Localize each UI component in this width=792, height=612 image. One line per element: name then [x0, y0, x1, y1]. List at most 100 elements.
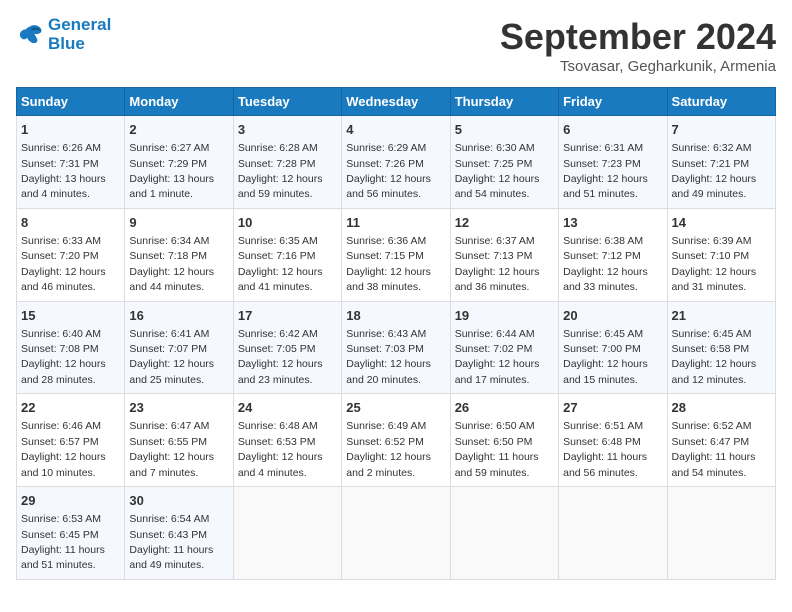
day-info: Sunrise: 6:45 AMSunset: 7:00 PMDaylight:… [563, 328, 648, 386]
day-info: Sunrise: 6:45 AMSunset: 6:58 PMDaylight:… [672, 328, 757, 386]
day-number: 20 [563, 307, 662, 325]
day-number: 27 [563, 399, 662, 417]
table-row: 11 Sunrise: 6:36 AMSunset: 7:15 PMDaylig… [342, 208, 450, 301]
day-number: 4 [346, 121, 445, 139]
day-number: 3 [238, 121, 337, 139]
logo: General Blue [16, 16, 111, 53]
day-number: 19 [455, 307, 554, 325]
day-info: Sunrise: 6:43 AMSunset: 7:03 PMDaylight:… [346, 328, 431, 386]
table-row: 13 Sunrise: 6:38 AMSunset: 7:12 PMDaylig… [559, 208, 667, 301]
table-row: 21 Sunrise: 6:45 AMSunset: 6:58 PMDaylig… [667, 301, 775, 394]
day-info: Sunrise: 6:41 AMSunset: 7:07 PMDaylight:… [129, 328, 214, 386]
day-info: Sunrise: 6:36 AMSunset: 7:15 PMDaylight:… [346, 235, 431, 293]
day-number: 25 [346, 399, 445, 417]
table-row: 16 Sunrise: 6:41 AMSunset: 7:07 PMDaylig… [125, 301, 233, 394]
day-info: Sunrise: 6:42 AMSunset: 7:05 PMDaylight:… [238, 328, 323, 386]
day-number: 11 [346, 214, 445, 232]
day-number: 24 [238, 399, 337, 417]
day-info: Sunrise: 6:51 AMSunset: 6:48 PMDaylight:… [563, 420, 647, 478]
month-title: September 2024 [500, 16, 776, 58]
day-number: 1 [21, 121, 120, 139]
day-number: 18 [346, 307, 445, 325]
day-number: 2 [129, 121, 228, 139]
table-row: 8 Sunrise: 6:33 AMSunset: 7:20 PMDayligh… [17, 208, 125, 301]
day-info: Sunrise: 6:53 AMSunset: 6:45 PMDaylight:… [21, 513, 105, 571]
col-header-wednesday: Wednesday [342, 88, 450, 116]
day-number: 5 [455, 121, 554, 139]
day-number: 14 [672, 214, 771, 232]
day-number: 13 [563, 214, 662, 232]
day-info: Sunrise: 6:50 AMSunset: 6:50 PMDaylight:… [455, 420, 539, 478]
table-row: 25 Sunrise: 6:49 AMSunset: 6:52 PMDaylig… [342, 394, 450, 487]
table-row: 5 Sunrise: 6:30 AMSunset: 7:25 PMDayligh… [450, 116, 558, 209]
table-row [233, 487, 341, 580]
table-row: 28 Sunrise: 6:52 AMSunset: 6:47 PMDaylig… [667, 394, 775, 487]
table-row [450, 487, 558, 580]
day-info: Sunrise: 6:39 AMSunset: 7:10 PMDaylight:… [672, 235, 757, 293]
day-number: 6 [563, 121, 662, 139]
table-row: 1 Sunrise: 6:26 AMSunset: 7:31 PMDayligh… [17, 116, 125, 209]
day-info: Sunrise: 6:37 AMSunset: 7:13 PMDaylight:… [455, 235, 540, 293]
day-number: 29 [21, 492, 120, 510]
table-row: 12 Sunrise: 6:37 AMSunset: 7:13 PMDaylig… [450, 208, 558, 301]
col-header-friday: Friday [559, 88, 667, 116]
day-info: Sunrise: 6:48 AMSunset: 6:53 PMDaylight:… [238, 420, 323, 478]
day-number: 10 [238, 214, 337, 232]
table-row: 30 Sunrise: 6:54 AMSunset: 6:43 PMDaylig… [125, 487, 233, 580]
day-number: 9 [129, 214, 228, 232]
table-row: 27 Sunrise: 6:51 AMSunset: 6:48 PMDaylig… [559, 394, 667, 487]
col-header-sunday: Sunday [17, 88, 125, 116]
table-row: 26 Sunrise: 6:50 AMSunset: 6:50 PMDaylig… [450, 394, 558, 487]
table-row: 10 Sunrise: 6:35 AMSunset: 7:16 PMDaylig… [233, 208, 341, 301]
table-row: 2 Sunrise: 6:27 AMSunset: 7:29 PMDayligh… [125, 116, 233, 209]
day-info: Sunrise: 6:27 AMSunset: 7:29 PMDaylight:… [129, 142, 214, 200]
table-row: 17 Sunrise: 6:42 AMSunset: 7:05 PMDaylig… [233, 301, 341, 394]
day-number: 21 [672, 307, 771, 325]
day-info: Sunrise: 6:31 AMSunset: 7:23 PMDaylight:… [563, 142, 648, 200]
day-number: 23 [129, 399, 228, 417]
calendar-table: SundayMondayTuesdayWednesdayThursdayFrid… [16, 87, 776, 580]
day-info: Sunrise: 6:38 AMSunset: 7:12 PMDaylight:… [563, 235, 648, 293]
table-row [667, 487, 775, 580]
title-block: September 2024 Tsovasar, Gegharkunik, Ar… [500, 16, 776, 75]
day-info: Sunrise: 6:46 AMSunset: 6:57 PMDaylight:… [21, 420, 106, 478]
table-row: 24 Sunrise: 6:48 AMSunset: 6:53 PMDaylig… [233, 394, 341, 487]
logo-bird-icon [16, 21, 44, 49]
day-number: 7 [672, 121, 771, 139]
day-info: Sunrise: 6:26 AMSunset: 7:31 PMDaylight:… [21, 142, 106, 200]
day-info: Sunrise: 6:28 AMSunset: 7:28 PMDaylight:… [238, 142, 323, 200]
day-info: Sunrise: 6:44 AMSunset: 7:02 PMDaylight:… [455, 328, 540, 386]
table-row: 7 Sunrise: 6:32 AMSunset: 7:21 PMDayligh… [667, 116, 775, 209]
day-number: 15 [21, 307, 120, 325]
table-row: 23 Sunrise: 6:47 AMSunset: 6:55 PMDaylig… [125, 394, 233, 487]
day-info: Sunrise: 6:47 AMSunset: 6:55 PMDaylight:… [129, 420, 214, 478]
table-row: 18 Sunrise: 6:43 AMSunset: 7:03 PMDaylig… [342, 301, 450, 394]
day-number: 22 [21, 399, 120, 417]
day-number: 12 [455, 214, 554, 232]
table-row [342, 487, 450, 580]
day-number: 30 [129, 492, 228, 510]
table-row: 29 Sunrise: 6:53 AMSunset: 6:45 PMDaylig… [17, 487, 125, 580]
table-row: 19 Sunrise: 6:44 AMSunset: 7:02 PMDaylig… [450, 301, 558, 394]
day-info: Sunrise: 6:49 AMSunset: 6:52 PMDaylight:… [346, 420, 431, 478]
day-number: 26 [455, 399, 554, 417]
table-row: 6 Sunrise: 6:31 AMSunset: 7:23 PMDayligh… [559, 116, 667, 209]
page-header: General Blue September 2024 Tsovasar, Ge… [16, 16, 776, 75]
day-info: Sunrise: 6:35 AMSunset: 7:16 PMDaylight:… [238, 235, 323, 293]
table-row: 4 Sunrise: 6:29 AMSunset: 7:26 PMDayligh… [342, 116, 450, 209]
day-info: Sunrise: 6:52 AMSunset: 6:47 PMDaylight:… [672, 420, 756, 478]
day-number: 28 [672, 399, 771, 417]
table-row: 22 Sunrise: 6:46 AMSunset: 6:57 PMDaylig… [17, 394, 125, 487]
col-header-tuesday: Tuesday [233, 88, 341, 116]
table-row: 3 Sunrise: 6:28 AMSunset: 7:28 PMDayligh… [233, 116, 341, 209]
day-info: Sunrise: 6:40 AMSunset: 7:08 PMDaylight:… [21, 328, 106, 386]
day-info: Sunrise: 6:34 AMSunset: 7:18 PMDaylight:… [129, 235, 214, 293]
day-info: Sunrise: 6:33 AMSunset: 7:20 PMDaylight:… [21, 235, 106, 293]
day-info: Sunrise: 6:30 AMSunset: 7:25 PMDaylight:… [455, 142, 540, 200]
table-row [559, 487, 667, 580]
table-row: 14 Sunrise: 6:39 AMSunset: 7:10 PMDaylig… [667, 208, 775, 301]
day-number: 16 [129, 307, 228, 325]
day-info: Sunrise: 6:29 AMSunset: 7:26 PMDaylight:… [346, 142, 431, 200]
table-row: 20 Sunrise: 6:45 AMSunset: 7:00 PMDaylig… [559, 301, 667, 394]
day-number: 8 [21, 214, 120, 232]
